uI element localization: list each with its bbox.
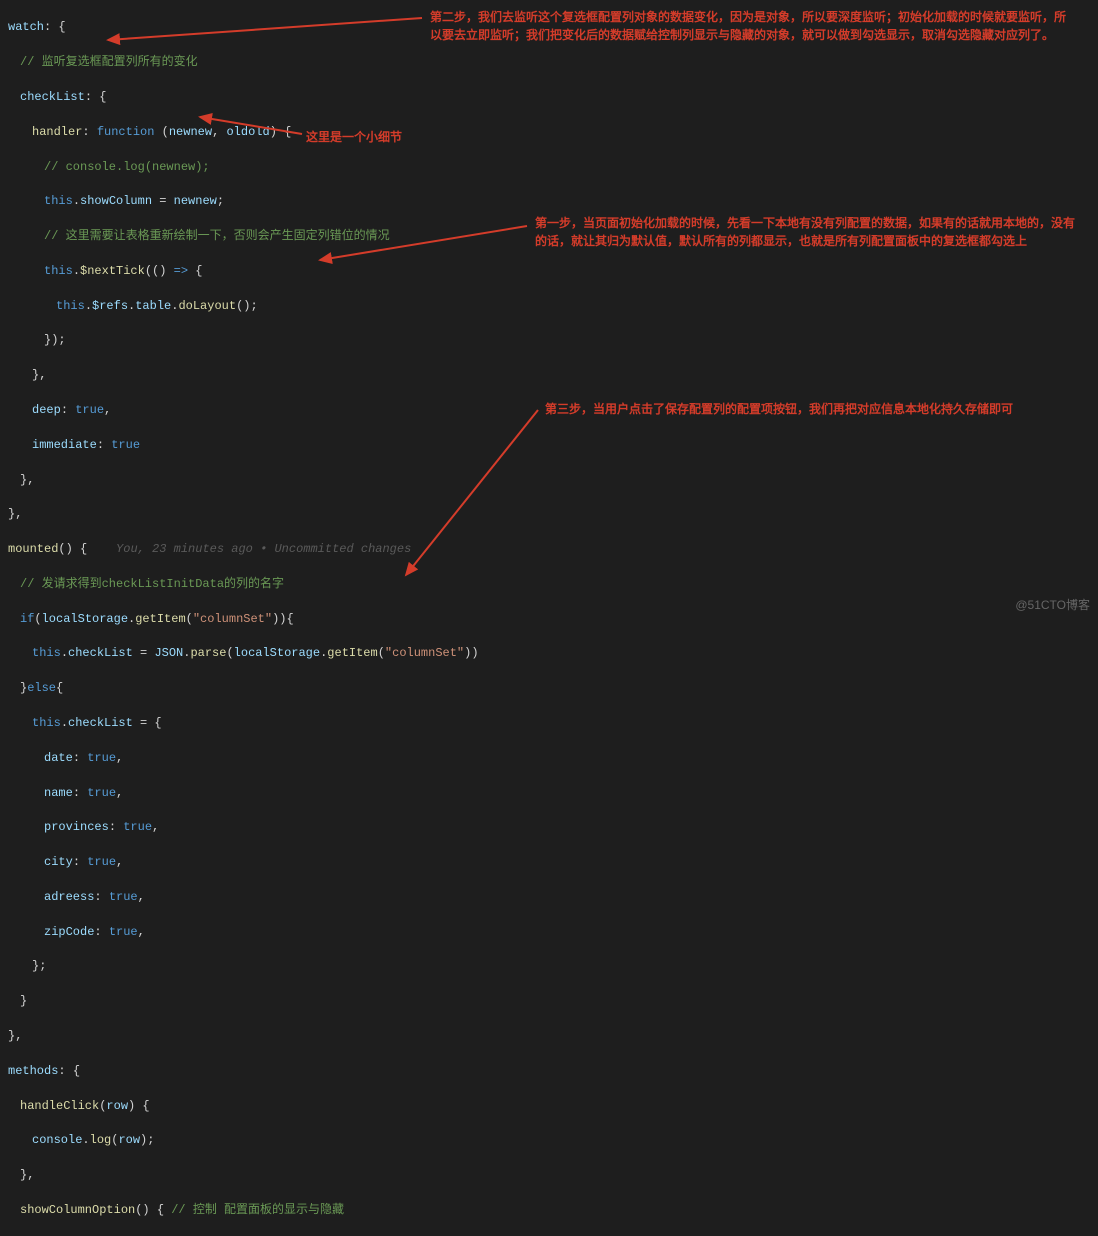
code-editor[interactable]: watch: { // 监听复选框配置列所有的变化 checkList: { h… xyxy=(0,0,1098,1236)
code-line: watch: { xyxy=(8,19,1098,36)
